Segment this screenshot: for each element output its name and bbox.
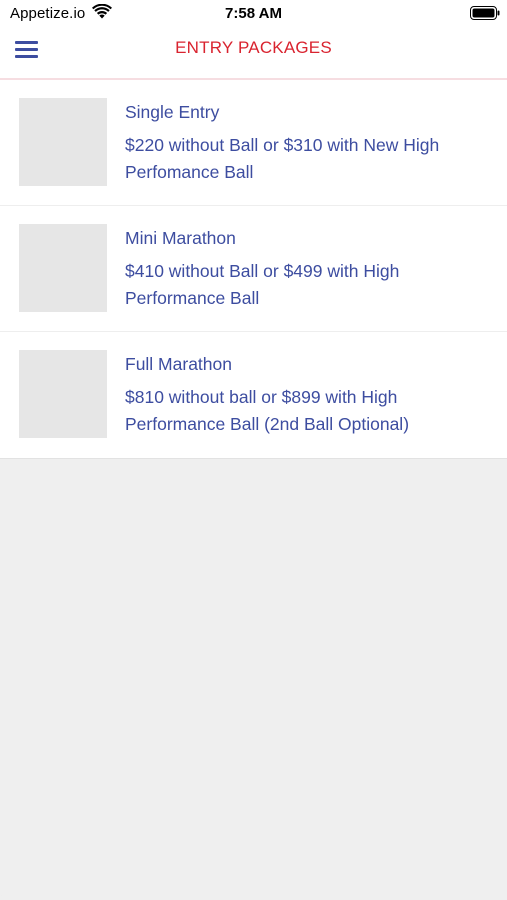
package-title: Mini Marathon xyxy=(125,228,236,248)
list-item-full-marathon[interactable]: Full Marathon $810 without ball or $899 … xyxy=(0,332,507,459)
package-thumbnail xyxy=(19,224,107,312)
package-list: Single Entry $220 without Ball or $310 w… xyxy=(0,80,507,459)
app-screen: Appetize.io 7:58 AM ENTRY PACKAGES Singl… xyxy=(0,0,507,900)
package-title: Full Marathon xyxy=(125,354,232,374)
page-title: ENTRY PACKAGES xyxy=(175,38,332,57)
navigation-bar: ENTRY PACKAGES xyxy=(0,28,507,80)
battery-icon xyxy=(470,6,500,20)
package-thumbnail xyxy=(19,350,107,438)
package-text: Full Marathon $810 without ball or $899 … xyxy=(125,352,485,438)
status-time: 7:58 AM xyxy=(225,5,282,22)
package-description: $810 without ball or $899 with High Perf… xyxy=(125,387,410,434)
list-item-mini-marathon[interactable]: Mini Marathon $410 without Ball or $499 … xyxy=(0,206,507,332)
list-item-single-entry[interactable]: Single Entry $220 without Ball or $310 w… xyxy=(0,80,507,206)
status-bar: Appetize.io 7:58 AM xyxy=(0,0,507,28)
package-thumbnail xyxy=(19,98,107,186)
package-title: Single Entry xyxy=(125,102,220,122)
package-text: Single Entry $220 without Ball or $310 w… xyxy=(125,100,485,186)
package-description: $410 without Ball or $499 with High Perf… xyxy=(125,261,400,308)
package-description: $220 without Ball or $310 with New High … xyxy=(125,135,440,182)
package-text: Mini Marathon $410 without Ball or $499 … xyxy=(125,226,485,312)
